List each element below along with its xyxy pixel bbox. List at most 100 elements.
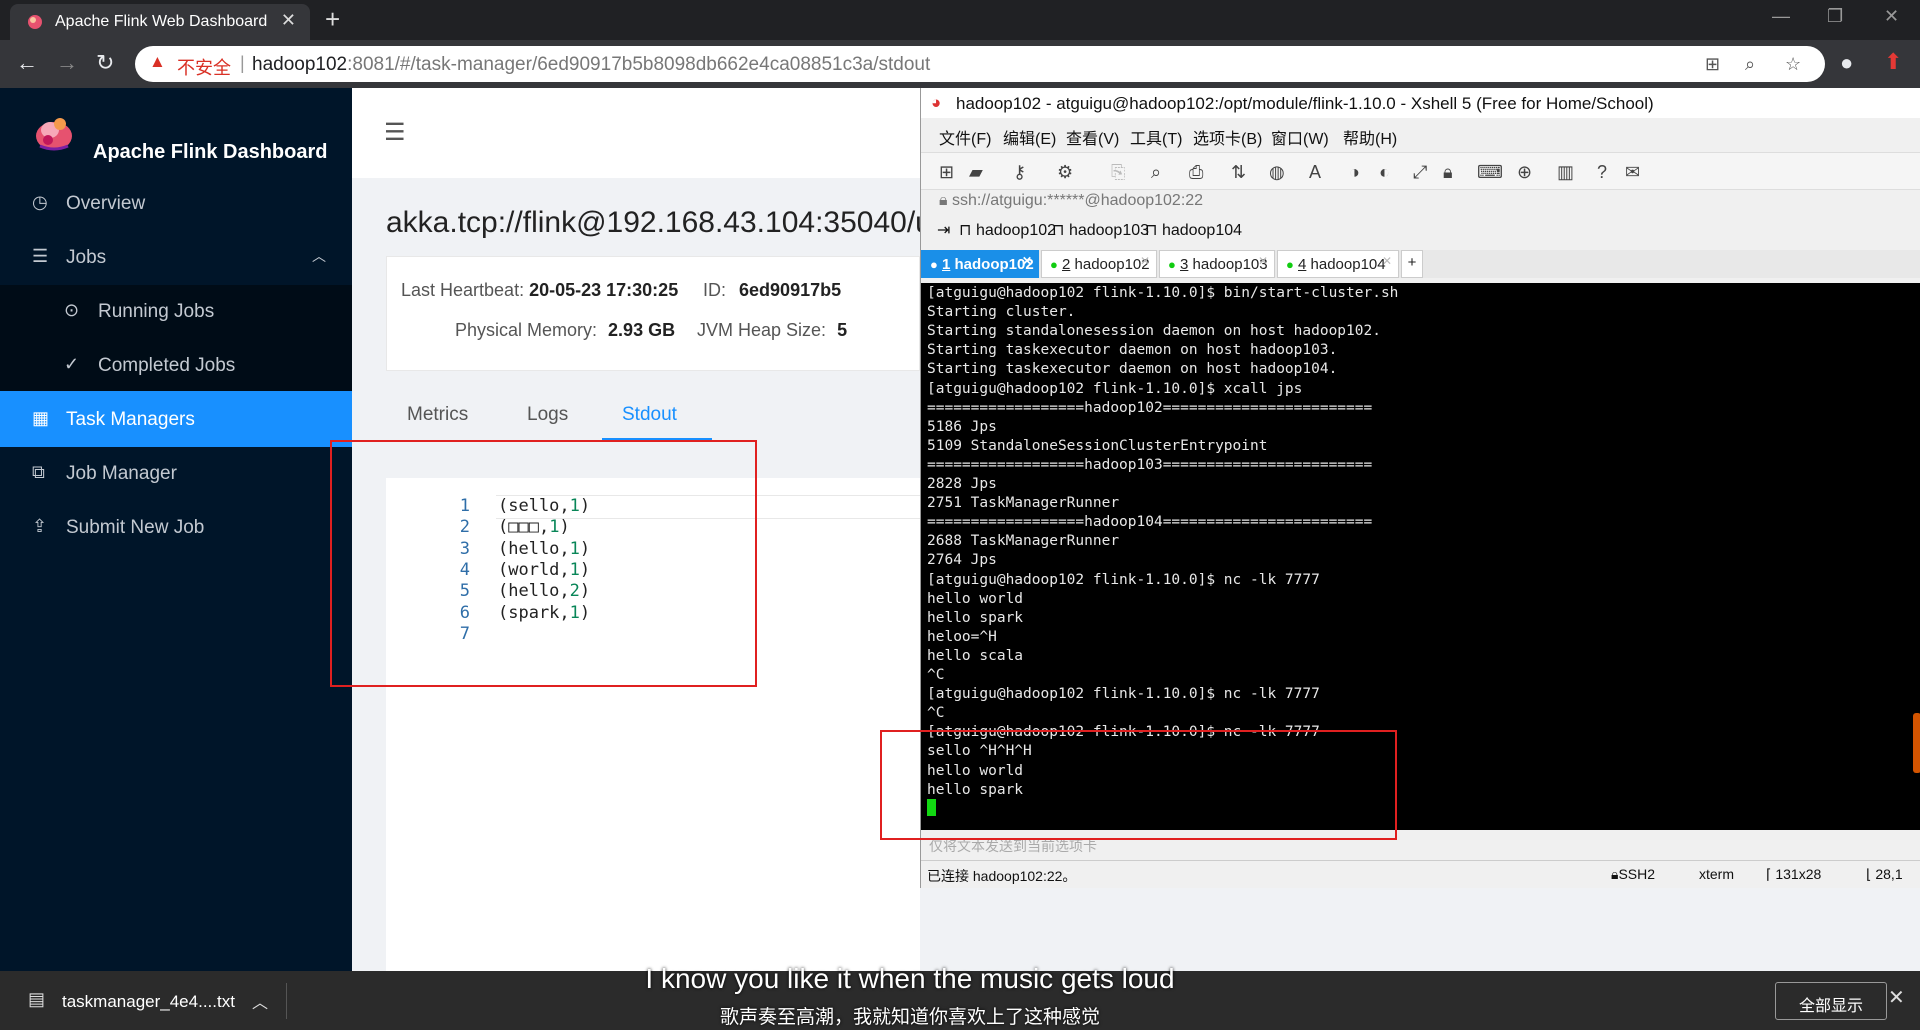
sidebar-item-submit-new-job[interactable]: ⇪ Submit New Job <box>0 499 352 555</box>
xshell-tab-4[interactable]: ● 4 hadoop104 ✕ <box>1277 250 1399 278</box>
menu-window[interactable]: 窗口(W) <box>1271 125 1329 149</box>
task-manager-id: ID: 6ed90917b5 <box>703 280 841 301</box>
sidebar-item-overview[interactable]: ◷ Overview <box>0 175 352 231</box>
link-label: hadoop103 <box>1068 222 1150 239</box>
globe-icon[interactable]: ◍ <box>1269 162 1285 183</box>
new-tab-icon[interactable]: + <box>325 4 340 35</box>
terminal-line: ^C <box>927 705 945 722</box>
terminal-line: 2764 Jps <box>927 552 997 569</box>
menu-edit[interactable]: 编辑(E) <box>1003 125 1056 149</box>
transfer-icon[interactable]: ⇅ <box>1231 162 1246 183</box>
terminal-line: Starting cluster. <box>927 304 1076 321</box>
tab-close-icon[interactable]: ✕ <box>1140 254 1150 268</box>
connect-icon[interactable]: ⚷ <box>1013 162 1026 183</box>
xshell-tab-name: hadoop103 <box>1192 256 1268 273</box>
reload-icon[interactable]: ↻ <box>96 50 114 76</box>
connected-dot-icon: ● <box>1050 257 1058 272</box>
sidebar-item-completed-jobs[interactable]: ✓ Completed Jobs <box>0 337 352 393</box>
zoom-icon[interactable]: ⌕ <box>1745 54 1755 75</box>
link-hadoop103[interactable]: ⊓ hadoop103 <box>1052 220 1149 240</box>
new-session-icon[interactable]: ⊞ <box>939 162 954 183</box>
fullscreen-icon[interactable]: ⤢ <box>1413 162 1427 183</box>
status-size: ⌈ 131x28 <box>1766 866 1821 883</box>
connected-dot-icon: ● <box>1168 257 1176 272</box>
sidebar-item-label: Running Jobs <box>98 301 215 322</box>
terminal-line: 2828 Jps <box>927 476 997 492</box>
terminal-line: heloo=^H <box>927 628 997 645</box>
add-icon[interactable]: ⊕ <box>1517 162 1532 183</box>
keyboard-icon[interactable]: ⌨ <box>1477 162 1503 183</box>
copy-icon[interactable]: ⎘ <box>1111 162 1125 183</box>
window-close-icon[interactable]: ✕ <box>1884 6 1899 27</box>
terminal-line: hello world <box>927 590 1024 607</box>
print-icon[interactable]: ⎙ <box>1189 162 1203 183</box>
translate-icon[interactable]: ⊞ <box>1705 54 1720 75</box>
session-address[interactable]: 🔒︎ ssh://atguigu:******@hadoop102:22 <box>939 192 1203 210</box>
terminal-line: Starting taskexecutor daemon on host had… <box>927 361 1338 378</box>
bookmark-icon: ⊓ <box>1145 222 1162 239</box>
jvm-heap-size: JVM Heap Size: 5 <box>697 320 847 341</box>
link-label: hadoop104 <box>1161 222 1243 239</box>
xshell-statusbar: 已连接 hadoop102:22。 🔒︎SSH2 xterm ⌈ 131x28 … <box>921 860 1920 888</box>
url-path: :8081/#/task-manager/6ed90917b5b8098db66… <box>347 54 931 75</box>
close-icon[interactable]: ✕ <box>1888 985 1905 1010</box>
link-hadoop104[interactable]: ⊓ hadoop104 <box>1145 220 1242 240</box>
highlight-box <box>880 730 1397 840</box>
id-value: 6ed90917b5 <box>739 280 842 300</box>
sidebar-item-jobs[interactable]: ☰ Jobs ︿ <box>0 229 352 285</box>
terminal-scrollbar[interactable] <box>1913 713 1920 773</box>
sidebar: Apache Flink Dashboard ◷ Overview ☰ Jobs… <box>0 88 352 971</box>
link-hadoop102[interactable]: ⊓ hadoop102 <box>959 220 1056 240</box>
browser-tab[interactable]: Apache Flink Web Dashboard ✕ <box>10 4 310 40</box>
tab-close-icon[interactable]: ✕ <box>1258 254 1268 268</box>
xftp-icon[interactable]: ◑ <box>1349 162 1360 183</box>
tunnel-icon[interactable]: ◐ <box>1379 162 1390 183</box>
tab-logs[interactable]: Logs <box>527 404 568 426</box>
tab-close-icon[interactable]: ✕ <box>281 10 296 31</box>
sidebar-item-running-jobs[interactable]: ⊙ Running Jobs <box>0 283 352 339</box>
add-tab-icon[interactable]: + <box>1401 250 1423 278</box>
find-icon[interactable]: ⌕ <box>1151 162 1161 183</box>
tab-stdout[interactable]: Stdout <box>622 404 677 426</box>
forward-icon[interactable]: → <box>56 50 78 76</box>
menu-tools[interactable]: 工具(T) <box>1130 125 1182 149</box>
help-icon[interactable]: ? <box>1597 162 1607 183</box>
menu-tabs[interactable]: 选项卡(B) <box>1193 125 1262 149</box>
account-icon[interactable]: ● <box>1840 50 1853 76</box>
subtitle-english: I know you like it when the music gets l… <box>645 963 1175 994</box>
tab-close-icon[interactable]: ✕ <box>1022 254 1032 268</box>
open-folder-icon[interactable]: ▰ <box>969 162 983 183</box>
minimize-icon[interactable]: — <box>1772 6 1790 27</box>
sidebar-item-job-manager[interactable]: ⧉ Job Manager <box>0 445 352 501</box>
terminal-line: 2751 TaskManagerRunner <box>927 495 1120 512</box>
menu-file[interactable]: 文件(F) <box>939 125 991 149</box>
tab-metrics[interactable]: Metrics <box>407 404 468 426</box>
update-icon[interactable]: ⬆ <box>1884 49 1902 75</box>
cluster-icon: ⧉ <box>32 462 45 482</box>
xshell-tab-2[interactable]: ● 2 hadoop102 ✕ <box>1041 250 1157 278</box>
back-icon[interactable]: ← <box>16 50 38 76</box>
sidebar-item-task-managers[interactable]: ▦ Task Managers <box>0 391 352 447</box>
terminal-line: ==================hadoop103=============… <box>927 456 1373 473</box>
menu-fold-icon[interactable]: ☰ <box>384 118 406 147</box>
xshell-tab-3[interactable]: ● 3 hadoop103 ✕ <box>1159 250 1275 278</box>
restore-icon[interactable]: ❐ <box>1827 6 1843 27</box>
bookmark-icon: ⊓ <box>1052 222 1069 239</box>
font-icon[interactable]: A <box>1309 162 1321 183</box>
layout-icon[interactable]: ▥ <box>1557 162 1574 183</box>
brand-name: Apache Flink Dashboard <box>93 141 328 163</box>
tab-close-icon[interactable]: ✕ <box>1382 254 1392 268</box>
address-bar[interactable]: ▲ 不安全 | hadoop102:8081/#/task-manager/6e… <box>135 46 1825 82</box>
terminal-line: ==================hadoop104=============… <box>927 514 1373 531</box>
xshell-tab-label: 2 hadoop102 <box>1062 256 1150 273</box>
menu-help[interactable]: 帮助(H) <box>1343 125 1397 149</box>
xshell-tab-1[interactable]: ● 1 hadoop102 ✕ <box>921 250 1039 278</box>
menu-view[interactable]: 查看(V) <box>1066 125 1119 149</box>
terminal-line: ==================hadoop102=============… <box>927 399 1373 416</box>
star-icon[interactable]: ☆ <box>1785 54 1801 75</box>
terminal-line: 2688 TaskManagerRunner <box>927 533 1120 550</box>
terminal-line: ^C <box>927 667 945 683</box>
chat-icon[interactable]: ✉ <box>1625 162 1640 183</box>
properties-icon[interactable]: ⚙ <box>1057 162 1073 183</box>
lock-icon[interactable]: 🔒︎ <box>1443 162 1453 183</box>
